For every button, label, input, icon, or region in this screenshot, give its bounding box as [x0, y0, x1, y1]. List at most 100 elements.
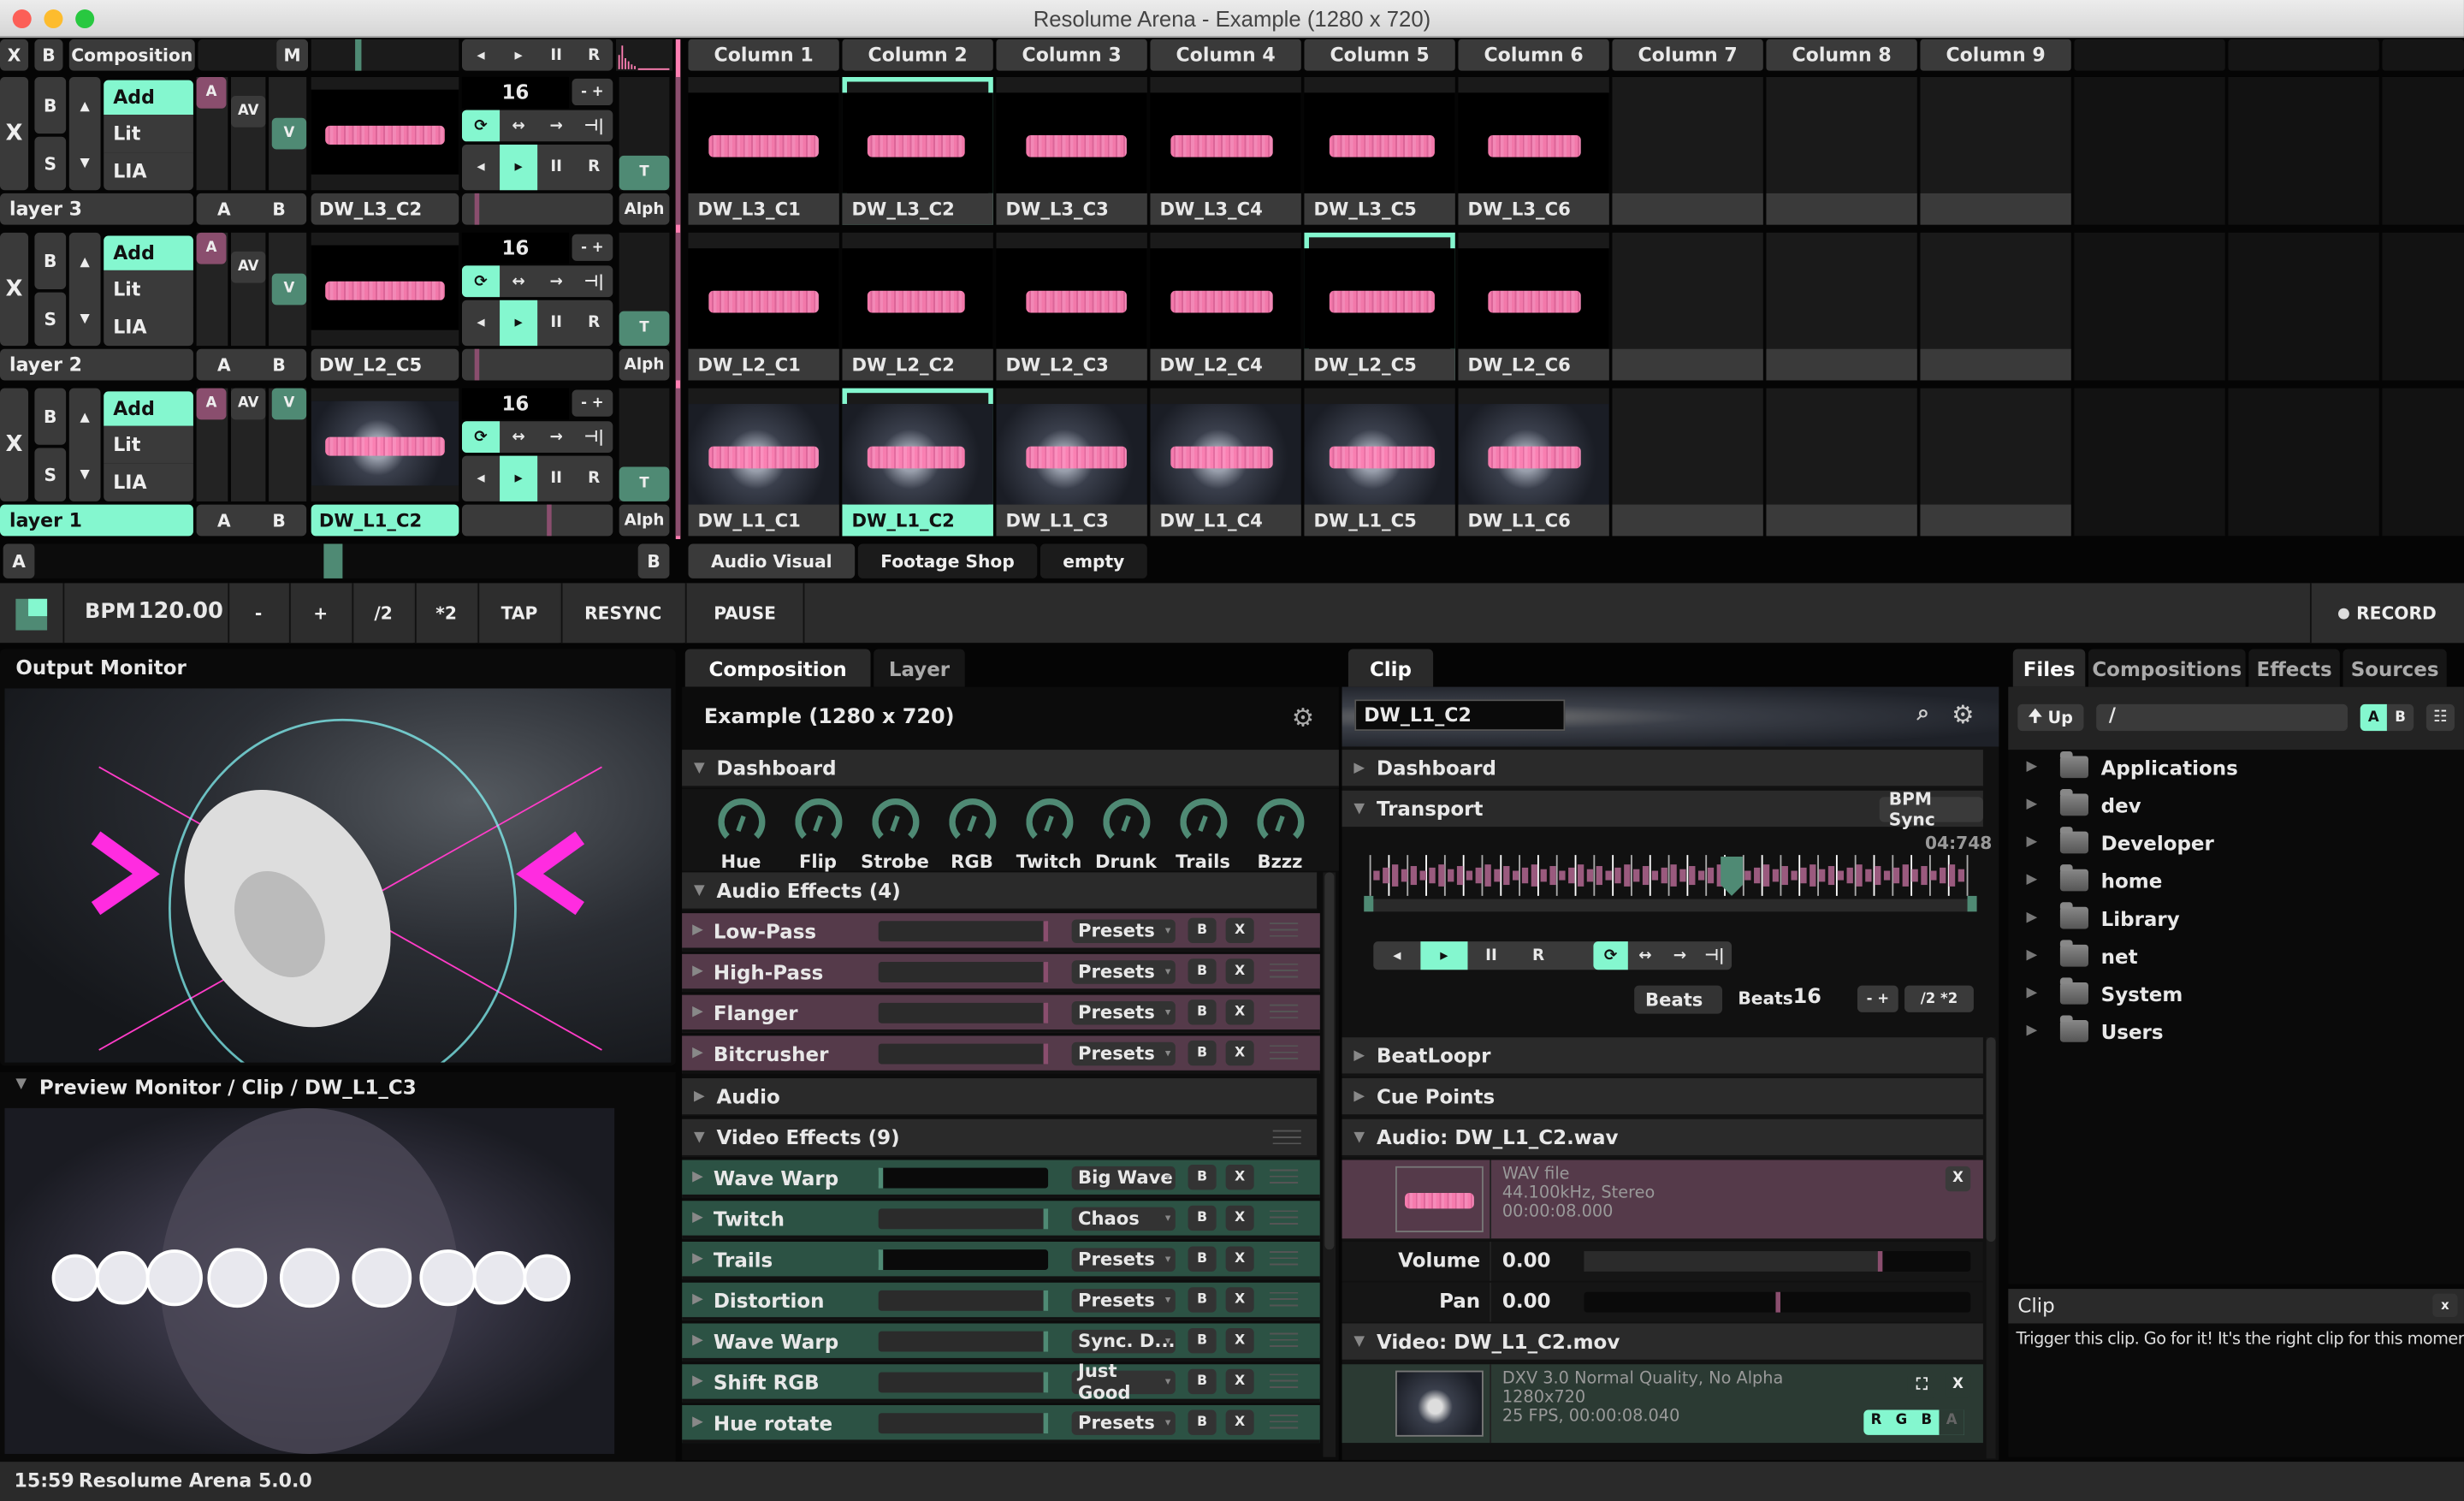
layer-name[interactable]: layer 2: [0, 348, 193, 381]
effect-row[interactable]: ▶Wave Warp Big Wave BX: [682, 1160, 1320, 1198]
empty-column-cell[interactable]: [2382, 76, 2464, 225]
blend-mode-dropdown[interactable]: Add: [104, 391, 193, 426]
effect-row[interactable]: ▶Hue rotate Presets BX: [682, 1405, 1320, 1444]
composition-master-slider[interactable]: [311, 39, 459, 71]
layer-position-slider[interactable]: [461, 193, 613, 225]
effect-row[interactable]: ▶Trails Presets BX: [682, 1241, 1320, 1280]
drag-handle-icon[interactable]: [1270, 1169, 1299, 1185]
layer-b-button[interactable]: B: [272, 199, 285, 219]
column-header-8[interactable]: Column 8: [1766, 39, 1917, 71]
effect-bypass-button[interactable]: B: [1188, 1287, 1217, 1313]
drag-handle-icon[interactable]: [1270, 1373, 1299, 1390]
composition-scrollbar[interactable]: [1323, 872, 1336, 1457]
layer-position-slider[interactable]: [461, 348, 613, 381]
clip-cell[interactable]: DW_L3_C2: [842, 76, 993, 225]
effect-remove-button[interactable]: X: [1225, 1205, 1254, 1231]
layer-clear-button[interactable]: X: [0, 76, 29, 191]
gear-icon[interactable]: ⚙: [1292, 703, 1314, 733]
clip-cell[interactable]: DW_L2_C2: [842, 232, 993, 381]
clip-cell[interactable]: DW_L1_C2: [842, 388, 993, 537]
effect-bypass-button[interactable]: B: [1188, 1040, 1217, 1066]
pause-icon[interactable]: II: [537, 300, 575, 346]
knob-dial-icon[interactable]: [717, 798, 765, 846]
up-button[interactable]: 🠉 Up: [2017, 703, 2084, 732]
loop-icon[interactable]: ⟳: [461, 421, 500, 453]
move-up-icon[interactable]: ▲: [80, 254, 90, 269]
forward-icon[interactable]: →: [537, 421, 575, 453]
effect-opacity-slider[interactable]: [878, 1166, 1049, 1188]
empty-column-header[interactable]: [2382, 39, 2464, 71]
expand-triangle-icon[interactable]: ▶: [682, 1045, 714, 1060]
transition-toggle[interactable]: T: [619, 155, 670, 191]
pause-icon[interactable]: II: [537, 39, 575, 71]
view-mode-icon[interactable]: ☷: [2426, 703, 2455, 732]
pause-icon[interactable]: II: [537, 145, 575, 190]
tab-effects[interactable]: Effects: [2248, 649, 2340, 687]
folder-item[interactable]: ▶ dev: [2016, 789, 2141, 821]
crossfader-b-button[interactable]: B: [637, 543, 670, 578]
expand-triangle-icon[interactable]: ▶: [682, 1415, 714, 1430]
drag-handle-icon[interactable]: [1270, 1415, 1299, 1431]
empty-column-header[interactable]: [2074, 39, 2225, 71]
position-handle[interactable]: [547, 504, 552, 537]
play-icon[interactable]: ▸: [500, 39, 537, 71]
clip-cell[interactable]: DW_L3_C5: [1304, 76, 1455, 225]
folder-item[interactable]: ▶ net: [2016, 940, 2138, 971]
remove-video-button[interactable]: X: [1945, 1372, 1971, 1397]
effect-row[interactable]: ▶Shift RGB Just Good BX: [682, 1360, 1320, 1403]
layer-name[interactable]: layer 1: [0, 504, 193, 537]
beats-minus-plus[interactable]: - +: [572, 78, 613, 106]
layer-beats-value[interactable]: 16: [461, 388, 569, 420]
dashboard-knob-rgb[interactable]: RGB: [933, 798, 1010, 872]
drag-handle-icon[interactable]: [1270, 963, 1299, 980]
expand-triangle-icon[interactable]: ▶: [682, 1005, 714, 1020]
dashboard-knob-flip[interactable]: Flip: [779, 798, 856, 872]
audio-toggle[interactable]: A: [196, 388, 227, 420]
layer-preview[interactable]: [311, 388, 459, 501]
volume-value[interactable]: 0.00: [1502, 1248, 1551, 1272]
prev-icon[interactable]: ◂: [1373, 941, 1420, 970]
beatloopr-header[interactable]: ▶ BeatLoopr: [1342, 1037, 1983, 1076]
beats-minus-plus[interactable]: - +: [1857, 985, 1898, 1012]
clip-cell[interactable]: DW_L2_C1: [688, 232, 839, 381]
slider-handle[interactable]: [1043, 1330, 1049, 1351]
clip-cell[interactable]: DW_L1_C5: [1304, 388, 1455, 537]
empty-clip-cell[interactable]: [1766, 76, 1917, 225]
cue-points-header[interactable]: ▶ Cue Points: [1342, 1077, 1983, 1117]
bpm-half-button[interactable]: /2: [352, 583, 414, 644]
expand-triangle-icon[interactable]: ▶: [2016, 797, 2047, 812]
bpm-double-button[interactable]: *2: [414, 583, 477, 644]
slider-handle[interactable]: [1043, 1371, 1049, 1392]
clip-cell[interactable]: DW_L1_C1: [688, 388, 839, 537]
layer-bypass-button[interactable]: B: [34, 76, 67, 134]
random-icon[interactable]: ⊣|: [575, 265, 613, 297]
empty-column-cell[interactable]: [2074, 76, 2225, 225]
empty-clip-cell[interactable]: [1920, 232, 2071, 381]
effect-row[interactable]: ▶High-Pass Presets BX: [682, 953, 1320, 992]
composition-bypass-button[interactable]: B: [34, 39, 63, 71]
effect-opacity-slider[interactable]: [878, 920, 1049, 941]
position-handle[interactable]: [474, 348, 480, 381]
folder-item[interactable]: ▶ Users: [2016, 1015, 2164, 1047]
dashboard-knob-bzzz[interactable]: Bzzz: [1241, 798, 1318, 872]
layer-move-buttons[interactable]: ▲ ▼: [68, 76, 101, 191]
restart-icon[interactable]: R: [575, 39, 613, 71]
blend-mode-dropdown[interactable]: Add: [104, 80, 193, 116]
effect-bypass-button[interactable]: B: [1188, 1246, 1217, 1272]
effect-preset-dropdown[interactable]: Presets: [1071, 918, 1176, 943]
loop-icon[interactable]: ⟳: [461, 265, 500, 298]
effect-bypass-button[interactable]: B: [1188, 1205, 1217, 1231]
effect-bypass-button[interactable]: B: [1188, 1328, 1217, 1354]
expand-triangle-icon[interactable]: ▶: [682, 923, 714, 938]
loop-icon[interactable]: ⟳: [461, 110, 500, 142]
knob-dial-icon[interactable]: [948, 798, 996, 846]
effect-remove-button[interactable]: X: [1225, 917, 1254, 944]
slider-handle[interactable]: [1043, 1412, 1049, 1433]
effect-opacity-slider[interactable]: [878, 1371, 1049, 1392]
clip-cell[interactable]: DW_L2_C5: [1304, 232, 1455, 381]
layer-bypass-button[interactable]: B: [34, 388, 67, 445]
clip-cell[interactable]: DW_L2_C6: [1458, 232, 1609, 381]
layer-bypass-button[interactable]: B: [34, 232, 67, 289]
folder-item[interactable]: ▶ Developer: [2016, 827, 2214, 858]
move-down-icon[interactable]: ▼: [80, 311, 90, 325]
